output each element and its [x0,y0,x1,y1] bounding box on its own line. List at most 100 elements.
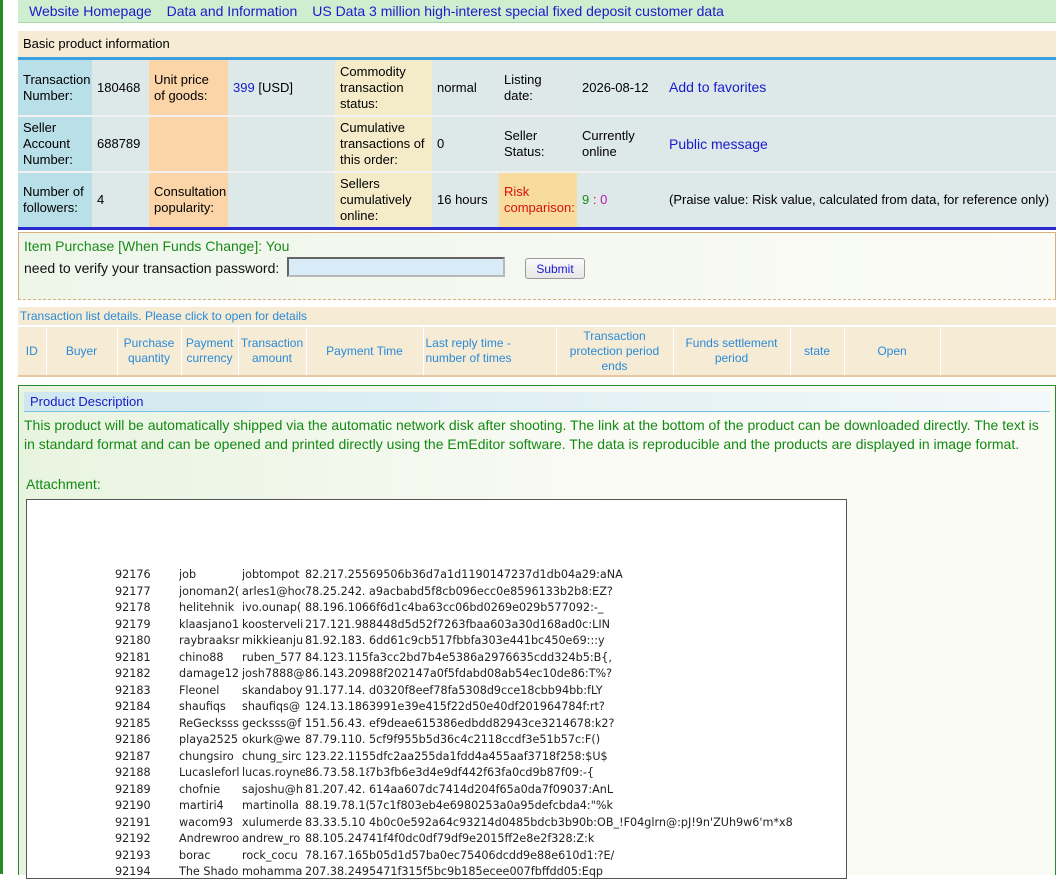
attachment-cell: wacom93 [179,815,234,829]
breadcrumb: Website Homepage Data and Information US… [18,0,1056,23]
transaction-password-input[interactable] [287,257,505,277]
attachment-cell: 92178 [115,601,151,614]
attachment-row: 92187 chungsiro chung_sirc 123.22.1155dfc2a… [115,749,793,766]
attachment-cell: skandaboy [242,683,303,697]
attachment-cell: 88.105.247 [305,832,369,845]
empty-cell [228,116,335,173]
attachment-row: 92189 chofnie sajoshu@h 81.207.42. 614aa607d… [115,782,793,799]
attachment-cell: damage12 [179,667,239,680]
attachment-row: 92190 martiri4 martinolla 88.19.78.1(57c1f8… [115,798,793,815]
transaction-list-header[interactable]: Transaction list details. Please click t… [18,307,1056,325]
attachment-cell: 83.33.5.10 [305,815,366,829]
attachment-cell: lucas.royne [242,766,305,779]
unit-price-cell: 399 [USD] [228,60,335,117]
seller-status-label: Seller Status: [499,116,577,173]
add-to-favorites-link[interactable]: Add to favorites [669,79,766,95]
attachment-cell: 124.13.186 [305,700,369,713]
attachment-cell: 92192 [115,832,151,845]
attachment-image: 92176 job jobtompot 82.217.25569506b36d7a1d… [26,499,847,879]
risk-value: 0 [600,191,608,207]
followers-label: Number of followers: [18,172,92,230]
attachment-cell: b05d1d57ba0ec75406dcdd9e88e610d1:?E/ [369,848,615,862]
attachment-cell: mohamma [242,865,303,878]
attachment-row: 92180 raybraaksr mikkieanju 81.92.183. 6dd61… [115,633,793,650]
col-buyer: Buyer [46,327,118,377]
seller-status: Currently online [577,116,664,173]
risk-comparison-value: 9 : 0 [577,172,664,230]
nav-link-product[interactable]: US Data 3 million high-interest special … [312,3,724,19]
attachment-cell: 5cf9f955b5d36c4c2118ccdf3e51b57c:F() [369,733,601,746]
attachment-row: 92184 shaufiqs shaufiqs@ 124.13.1863991e39e… [115,699,793,716]
attachment-cell: 78.25.242. [305,584,366,598]
attachment-row: 92191 wacom93 xulumerde 83.33.5.10 4b0c0e592… [115,815,793,832]
col-protection-period: Transaction protection period ends [556,327,674,377]
attachment-row: 92194 The Shado mohamma 207.38.2495471f315f… [115,864,793,881]
attachment-cell: 8448d5d52f7263fbaa603a30d168ad0c:LIN [369,617,610,631]
attachment-cell: shaufiqs [179,700,226,713]
attachment-cell: 123.22.115 [305,749,369,763]
attachment-cell: 92190 [115,799,151,812]
risk-separator: : [592,191,597,207]
attachment-cell: 92179 [115,617,151,631]
attachment-cell: 84.123.115 [305,650,369,664]
followers-count: 4 [92,172,149,230]
public-message-link[interactable]: Public message [669,136,768,152]
left-rail [0,0,3,874]
attachment-row: 92178 helitehnik ivo.ounap(88.196.1066f6d1… [115,600,793,617]
basic-info-title: Basic product information [23,36,170,51]
attachment-row: 92181 chino88 ruben_577 84.123.115fa3cc2bd7… [115,650,793,667]
attachment-cell: 92193 [115,848,151,862]
transaction-table-header: ID Buyer Purchase quantity Payment curre… [18,327,1056,377]
attachment-cell: 614aa607dc7414d204f65a0da7f09037:AnL [369,782,614,796]
transaction-list-title: Transaction list details. Please click t… [20,309,308,323]
empty-cell [149,116,228,173]
seller-online-hours: 16 hours [432,172,499,230]
attachment-row: 92176 job jobtompot 82.217.25569506b36d7a1d… [115,567,793,584]
attachment-row: 92193 borac rock_cocu 78.167.165b05d1d57ba0… [115,848,793,865]
seller-account-label: Seller Account Number: [18,116,92,173]
attachment-cell: playa2525 [179,733,239,746]
attachment-cell: koosterveli [242,617,304,631]
col-id: ID [18,327,47,377]
attachment-cell: arles1@hoc [242,584,305,598]
col-purchase-quantity: Purchase quantity [117,327,182,377]
listing-date: 2026-08-12 [577,60,664,117]
col-last-reply: Last reply time - number of times [423,327,557,377]
attachment-label: Attachment: [26,476,101,492]
favorites-cell: Add to favorites [664,60,1056,117]
attachment-cell: 92184 [115,700,151,713]
attachment-cell: 207.38.249 [305,865,369,878]
attachment-cell: 217.121.98 [305,617,369,631]
attachment-cell: martinolla [242,799,299,812]
attachment-cell: xulumerde [242,815,303,829]
attachment-cell: 7b3fb6e3d4e9df442f63fa0cd9b87f09:-{ [369,766,595,779]
seller-online-label: Sellers cumulatively online: [335,172,432,230]
nav-link-data-information[interactable]: Data and Information [167,3,298,19]
attachment-cell: 92189 [115,782,151,796]
attachment-cell: 92176 [115,568,151,581]
attachment-cell: andrew_ro [242,832,301,845]
attachment-cell: ivo.ounap( [242,601,302,614]
attachment-row: 92177 jonoman2(arles1@hoc78.25.242. a9acba… [115,584,793,601]
nav-link-homepage[interactable]: Website Homepage [29,3,152,19]
attachment-cell: jobtompot [242,568,300,581]
attachment-cell: 91.177.14. [305,683,366,697]
attachment-row: 92186 playa2525 okurk@we 87.79.110. 5cf9f955… [115,732,793,749]
attachment-cell: okurk@we [242,733,301,746]
submit-button[interactable]: Submit [525,258,585,279]
attachment-cell: fa3cc2bd7b4e5386a2976635cdd324b5:B{, [369,650,612,664]
commodity-status: normal [432,60,499,117]
attachment-cell: 92194 [115,865,151,878]
attachment-row: 92188 Lucasleforl lucas.royne86.73.58.187b… [115,765,793,782]
attachment-cell: josh7888@ [242,667,305,680]
attachment-cell: 92187 [115,749,151,763]
attachment-cell: 88f202147a0f5fdabd08ab54ec10de86:T%? [369,667,613,680]
attachment-cell: chung_sirc [242,749,302,763]
purchase-panel: Item Purchase [When Funds Change]: You n… [18,232,1056,300]
attachment-cell: 92181 [115,650,151,664]
attachment-cell: 86.143.209 [305,667,369,680]
consultation-value [228,172,335,230]
attachment-cell: chungsiro [179,749,234,763]
transaction-number-label: Transaction Number: [18,60,92,117]
attachment-cell: chofnie [179,782,221,796]
